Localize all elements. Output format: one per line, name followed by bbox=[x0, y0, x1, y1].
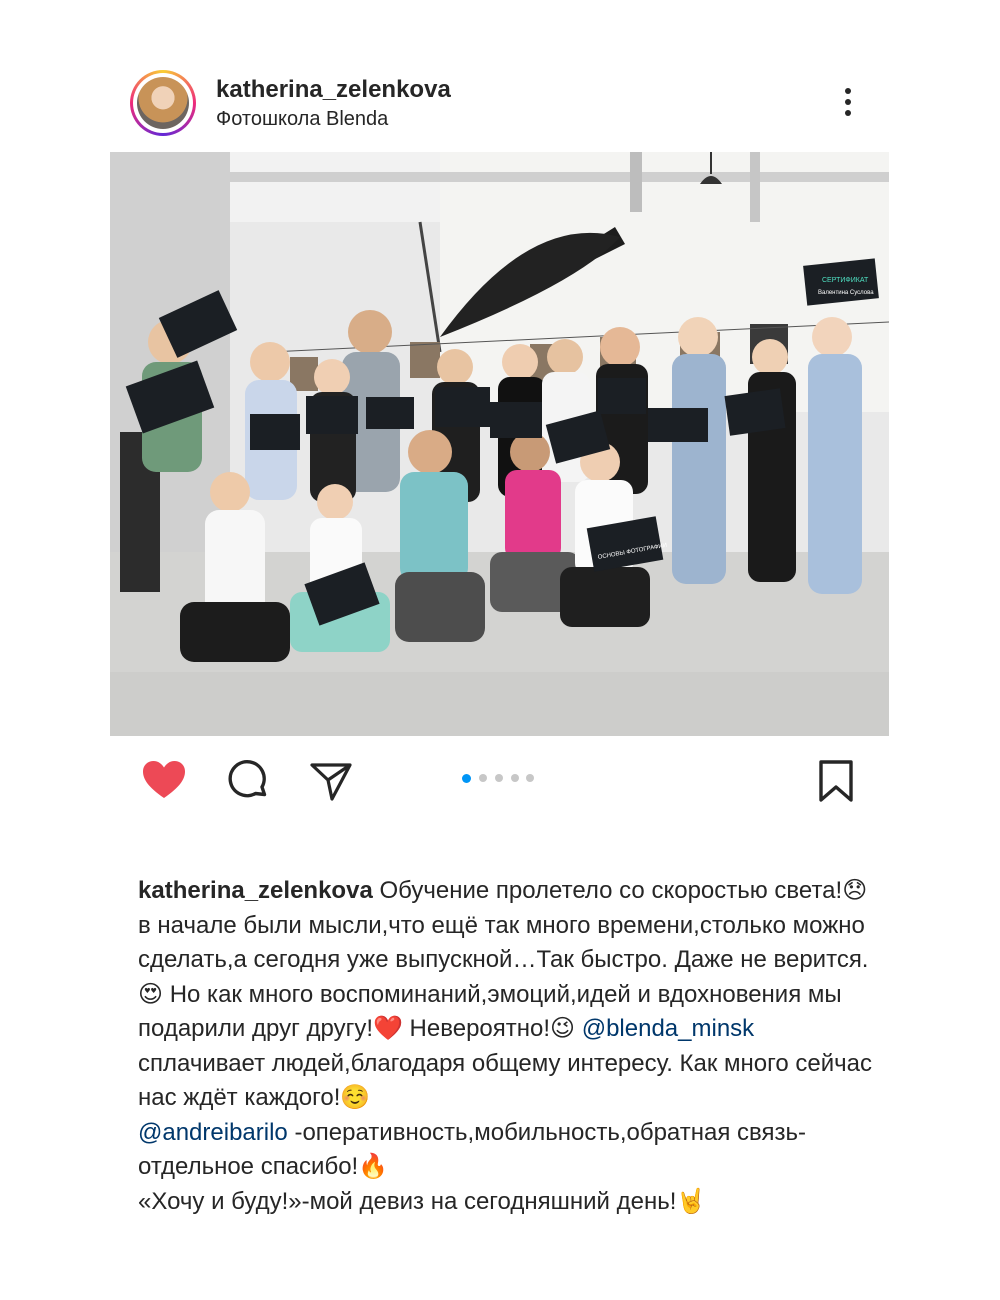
bookmark-icon[interactable] bbox=[813, 758, 859, 804]
post-header: katherina_zelenkova Фотошкола Blenda bbox=[130, 70, 870, 136]
carousel-dot-5[interactable] bbox=[526, 774, 534, 782]
post-location[interactable]: Фотошкола Blenda bbox=[216, 108, 388, 131]
comment-icon[interactable] bbox=[226, 758, 272, 804]
carousel-dot-2[interactable] bbox=[479, 774, 487, 782]
post-caption: katherina_zelenkova Обучение пролетело с… bbox=[138, 874, 878, 1219]
post-username[interactable]: katherina_zelenkova bbox=[216, 76, 451, 104]
cert-title-text: СЕРТИФИКАТ bbox=[822, 277, 869, 284]
carousel-dot-1[interactable] bbox=[462, 773, 471, 783]
mention-andreibarilo[interactable]: @andreibarilo bbox=[138, 1119, 288, 1146]
more-options-icon[interactable] bbox=[836, 82, 860, 122]
cert-name-text: Валентина Суслова bbox=[818, 290, 874, 296]
avatar-image bbox=[137, 77, 189, 129]
caption-username[interactable]: katherina_zelenkova bbox=[138, 877, 373, 904]
post-image[interactable]: СЕРТИФИКАТ Валентина Суслова ОСНОВЫ ФОТО… bbox=[110, 152, 889, 736]
action-bar bbox=[0, 750, 1000, 810]
avatar[interactable] bbox=[130, 70, 196, 136]
carousel-dot-3[interactable] bbox=[495, 774, 503, 782]
carousel-dot-4[interactable] bbox=[511, 774, 519, 782]
heart-icon[interactable] bbox=[141, 758, 187, 804]
avatar-border bbox=[133, 73, 193, 133]
mention-blenda-minsk[interactable]: @blenda_minsk bbox=[582, 1015, 754, 1042]
group-photo-illustration: СЕРТИФИКАТ Валентина Суслова ОСНОВЫ ФОТО… bbox=[110, 152, 889, 736]
share-icon[interactable] bbox=[308, 758, 354, 804]
